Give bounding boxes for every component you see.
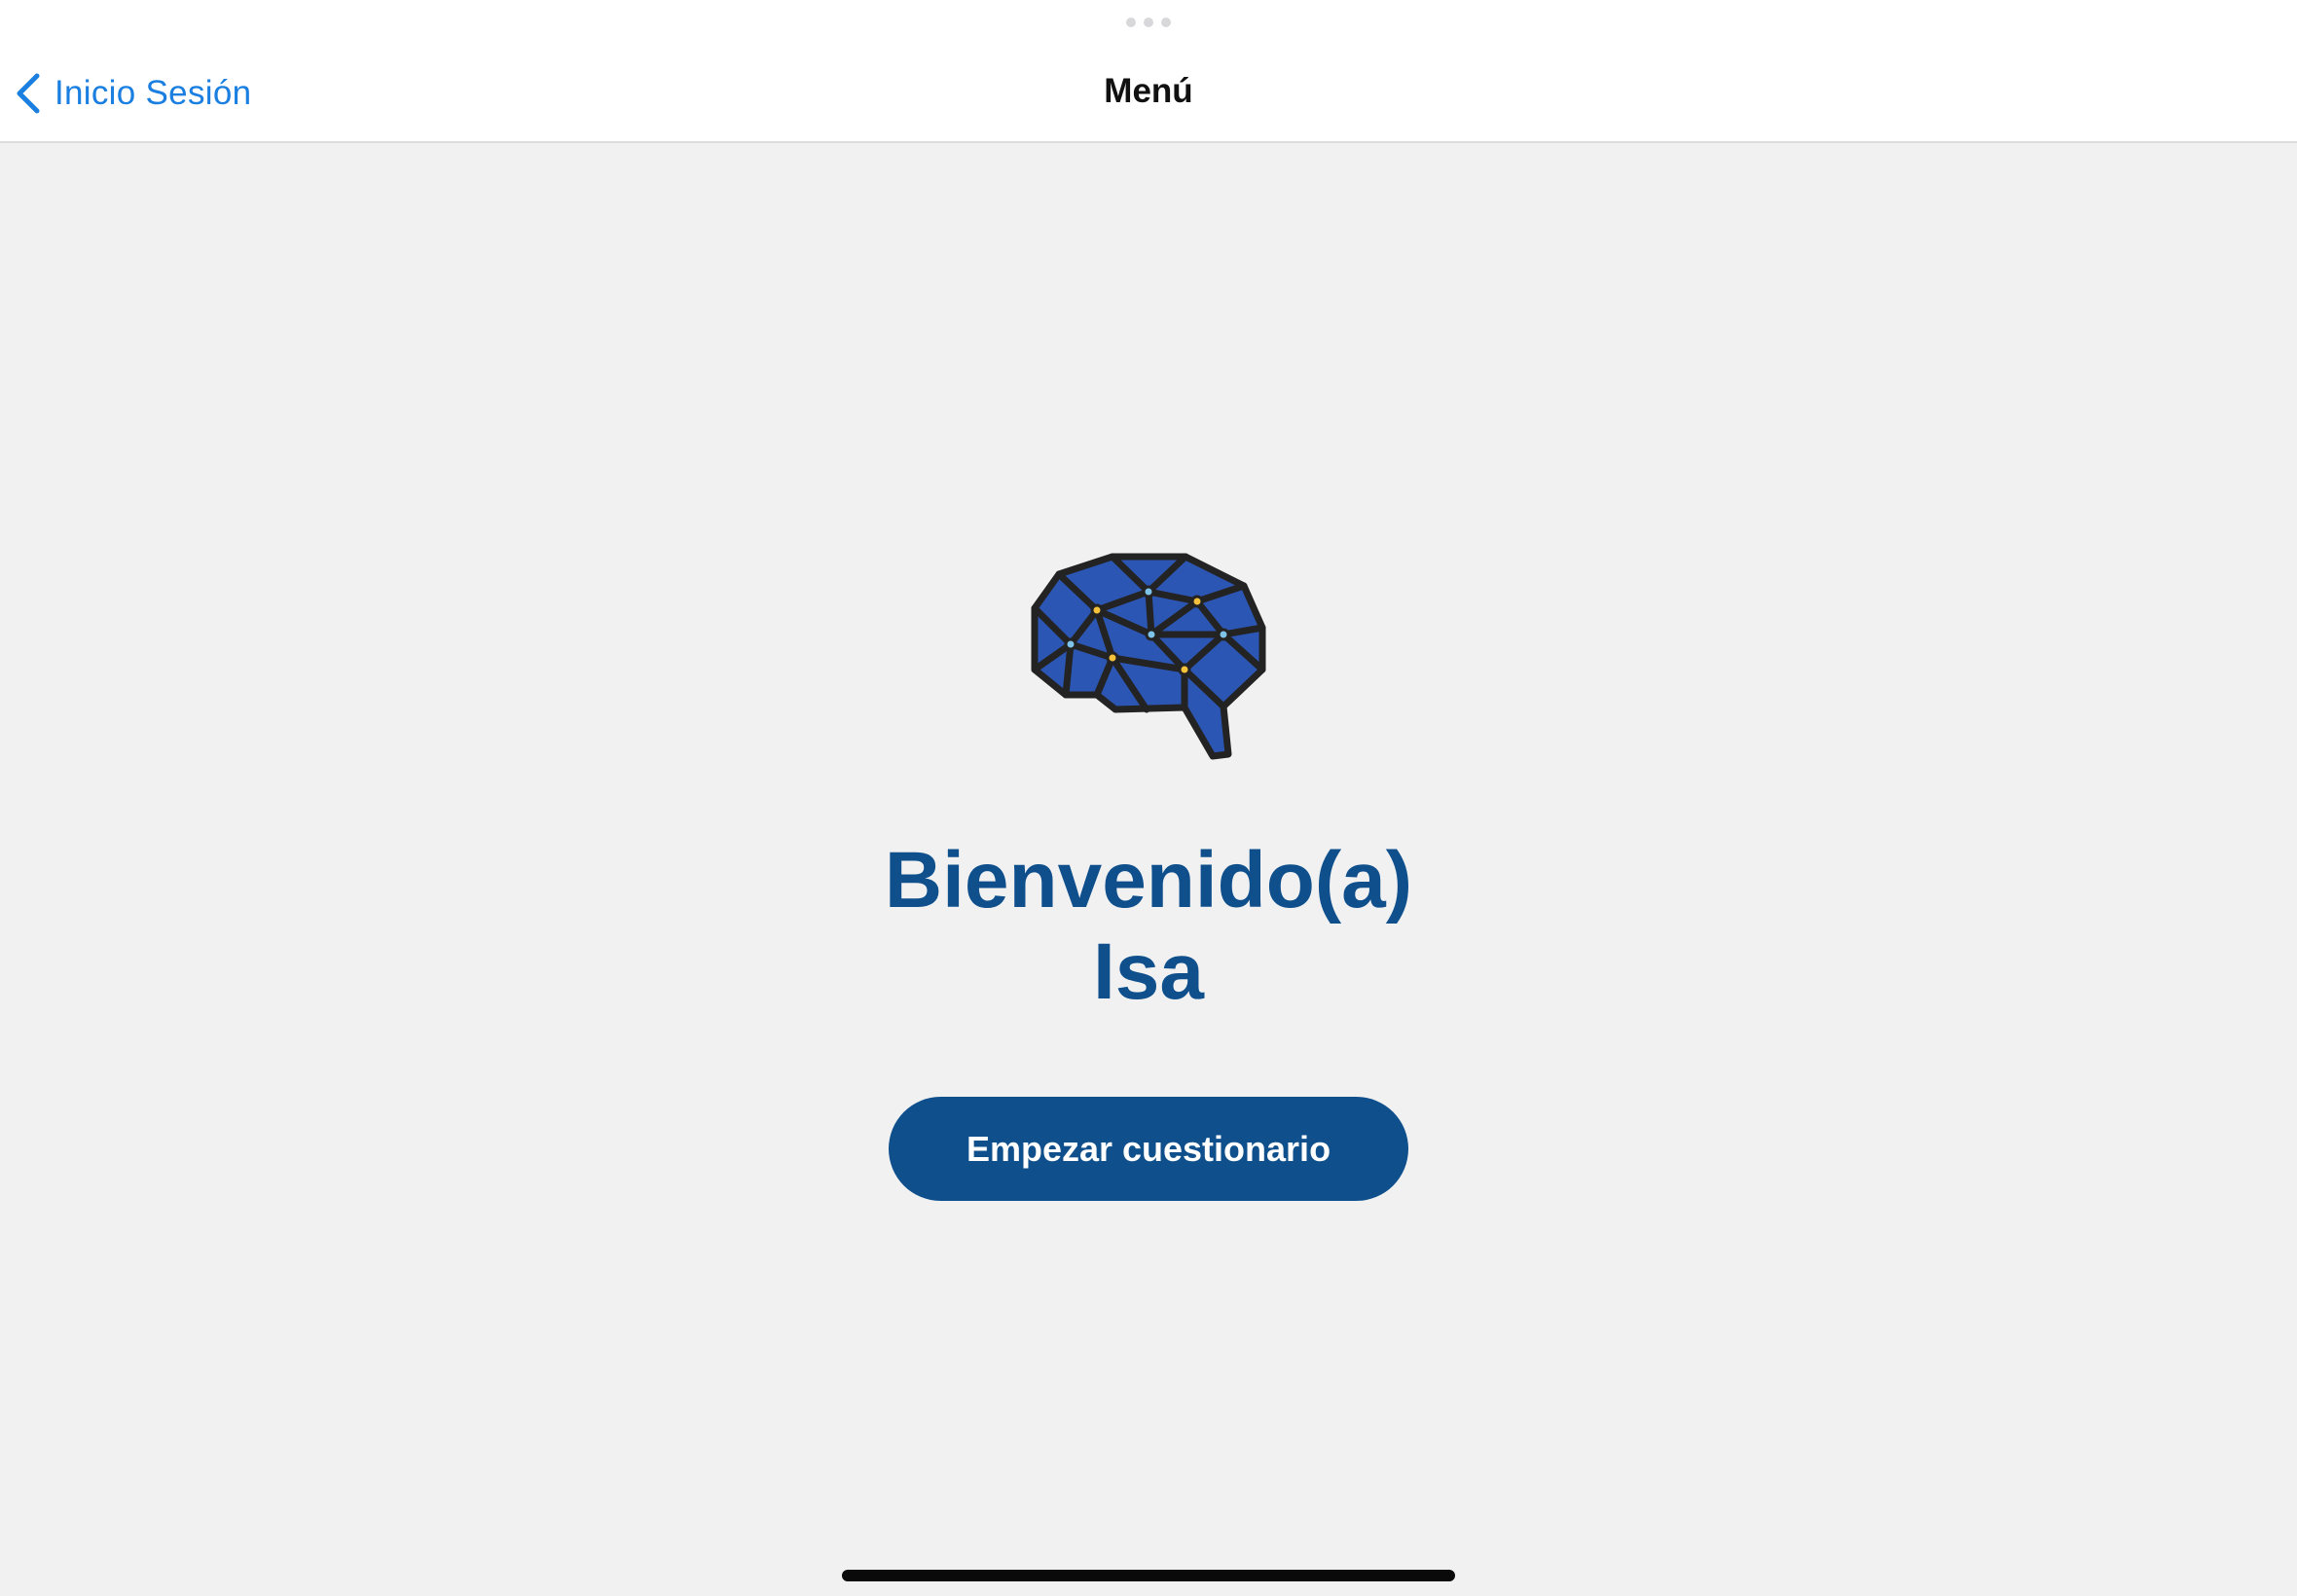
user-name: Isa bbox=[1093, 927, 1204, 1016]
brain-network-icon bbox=[1031, 553, 1266, 760]
page-title: Menú bbox=[1104, 72, 1193, 110]
welcome-line: Bienvenido(a) bbox=[884, 836, 1413, 925]
multitasking-grabber[interactable] bbox=[1126, 18, 1171, 27]
welcome-heading: Bienvenido(a) Isa bbox=[0, 835, 2297, 1018]
start-questionnaire-button[interactable]: Empezar cuestionario bbox=[889, 1097, 1408, 1201]
home-indicator[interactable] bbox=[842, 1570, 1455, 1581]
navigation-bar: Inicio Sesión Menú bbox=[0, 0, 2297, 143]
